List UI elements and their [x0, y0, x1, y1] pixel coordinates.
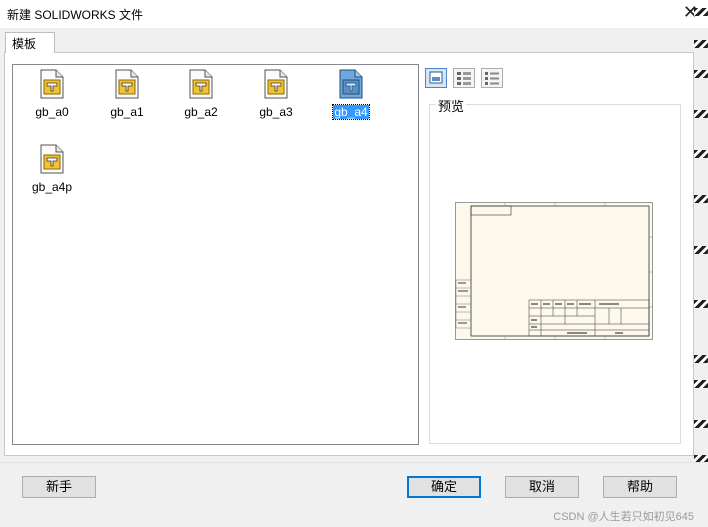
template-item-gb-a4p[interactable]: gb_a4p: [22, 144, 82, 206]
drawing-template-icon: [339, 69, 363, 99]
drawing-template-icon: [40, 69, 64, 99]
watermark: CSDN @人生若只如初见645: [553, 511, 694, 523]
template-name: gb_a4: [332, 104, 370, 120]
drawing-sheet-preview: [455, 202, 653, 340]
template-item-gb-a1[interactable]: gb_a1: [97, 69, 157, 131]
template-item-gb-a4[interactable]: gb_a4: [321, 69, 381, 131]
drawing-template-icon: [40, 144, 64, 174]
template-item-gb-a3[interactable]: gb_a3: [246, 69, 306, 131]
details-view-icon: [485, 72, 499, 85]
tab-templates-label: 模板: [12, 37, 37, 51]
tab-templates[interactable]: 模板: [5, 32, 55, 53]
preview-label: 预览: [436, 96, 467, 115]
template-item-gb-a0[interactable]: gb_a0: [22, 69, 82, 131]
window-title: 新建 SOLIDWORKS 文件: [7, 8, 144, 22]
close-icon[interactable]: ✕: [683, 2, 698, 23]
title-bar: 新建 SOLIDWORKS 文件 ✕: [0, 0, 708, 28]
novice-button[interactable]: 新手: [22, 476, 96, 498]
template-list[interactable]: gb_a0 gb_a1 gb_a2 gb_a3 gb_a4 gb_a4p: [12, 64, 419, 445]
template-item-gb-a2[interactable]: gb_a2: [171, 69, 231, 131]
help-button[interactable]: 帮助: [603, 476, 677, 498]
drawing-template-icon: [264, 69, 288, 99]
large-icons-view-icon: [429, 71, 443, 84]
list-view-icon: [457, 72, 471, 85]
template-name: gb_a1: [110, 105, 144, 119]
list-view-button[interactable]: [453, 68, 475, 88]
divider: [0, 462, 708, 463]
drawing-template-icon: [115, 69, 139, 99]
background-stripes: [694, 0, 708, 527]
template-name: gb_a4p: [31, 180, 73, 194]
drawing-template-icon: [189, 69, 213, 99]
template-name: gb_a0: [35, 105, 69, 119]
template-name: gb_a3: [259, 105, 293, 119]
ok-button[interactable]: 确定: [407, 476, 481, 498]
cancel-button[interactable]: 取消: [505, 476, 579, 498]
large-icons-view-button[interactable]: [425, 68, 447, 88]
details-view-button[interactable]: [481, 68, 503, 88]
template-name: gb_a2: [184, 105, 218, 119]
